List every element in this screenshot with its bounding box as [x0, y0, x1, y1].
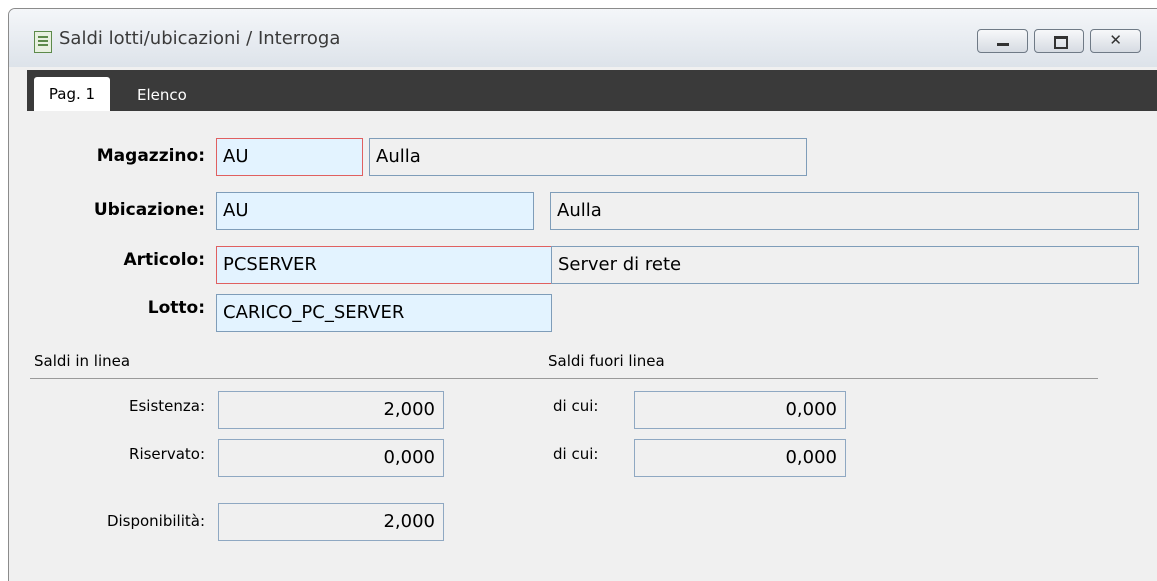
riservato-value: 0,000: [218, 439, 444, 477]
articolo-desc-field: Server di rete: [551, 246, 1139, 284]
ubicazione-code-field[interactable]: AU: [216, 192, 534, 230]
disponibilita-label: Disponibilità:: [106, 512, 205, 530]
minimize-button[interactable]: [977, 29, 1028, 53]
di-cui-2-value: 0,000: [634, 439, 846, 477]
di-cui-2-label: di cui:: [553, 445, 599, 463]
tab-elenco[interactable]: Elenco: [137, 79, 187, 111]
lotto-code-field[interactable]: CARICO_PC_SERVER: [216, 294, 552, 332]
lotto-label: Lotto:: [147, 298, 205, 318]
magazzino-desc-field: Aulla: [369, 138, 807, 176]
disponibilita-value: 2,000: [218, 503, 444, 541]
articolo-code-field[interactable]: PCSERVER: [216, 246, 552, 284]
title-bar[interactable]: Saldi lotti/ubicazioni / Interroga ✕: [9, 9, 1157, 67]
articolo-label: Articolo:: [123, 250, 205, 270]
ubicazione-desc-field: Aulla: [550, 192, 1139, 230]
saldi-fuori-linea-heading: Saldi fuori linea: [548, 352, 665, 370]
riservato-label: Riservato:: [129, 445, 205, 463]
window-title: Saldi lotti/ubicazioni / Interroga: [59, 28, 341, 49]
esistenza-value: 2,000: [218, 391, 444, 429]
saldi-in-linea-heading: Saldi in linea: [34, 352, 131, 370]
close-button[interactable]: ✕: [1090, 29, 1142, 53]
form-icon: [34, 31, 52, 53]
ubicazione-label: Ubicazione:: [93, 200, 205, 220]
tab-pag-1[interactable]: Pag. 1: [34, 77, 110, 111]
minimize-icon: [997, 43, 1009, 46]
maximize-icon: [1053, 36, 1068, 49]
di-cui-1-value: 0,000: [634, 391, 846, 429]
section-divider: [30, 378, 1098, 379]
tab-bar: Pag. 1 Elenco: [27, 70, 1157, 111]
window-controls: ✕: [977, 29, 1147, 53]
maximize-button[interactable]: [1033, 29, 1085, 53]
magazzino-code-field[interactable]: AU: [216, 138, 363, 176]
esistenza-label: Esistenza:: [128, 397, 205, 415]
close-icon: ✕: [1109, 31, 1122, 49]
di-cui-1-label: di cui:: [553, 397, 599, 415]
magazzino-label: Magazzino:: [96, 146, 205, 166]
